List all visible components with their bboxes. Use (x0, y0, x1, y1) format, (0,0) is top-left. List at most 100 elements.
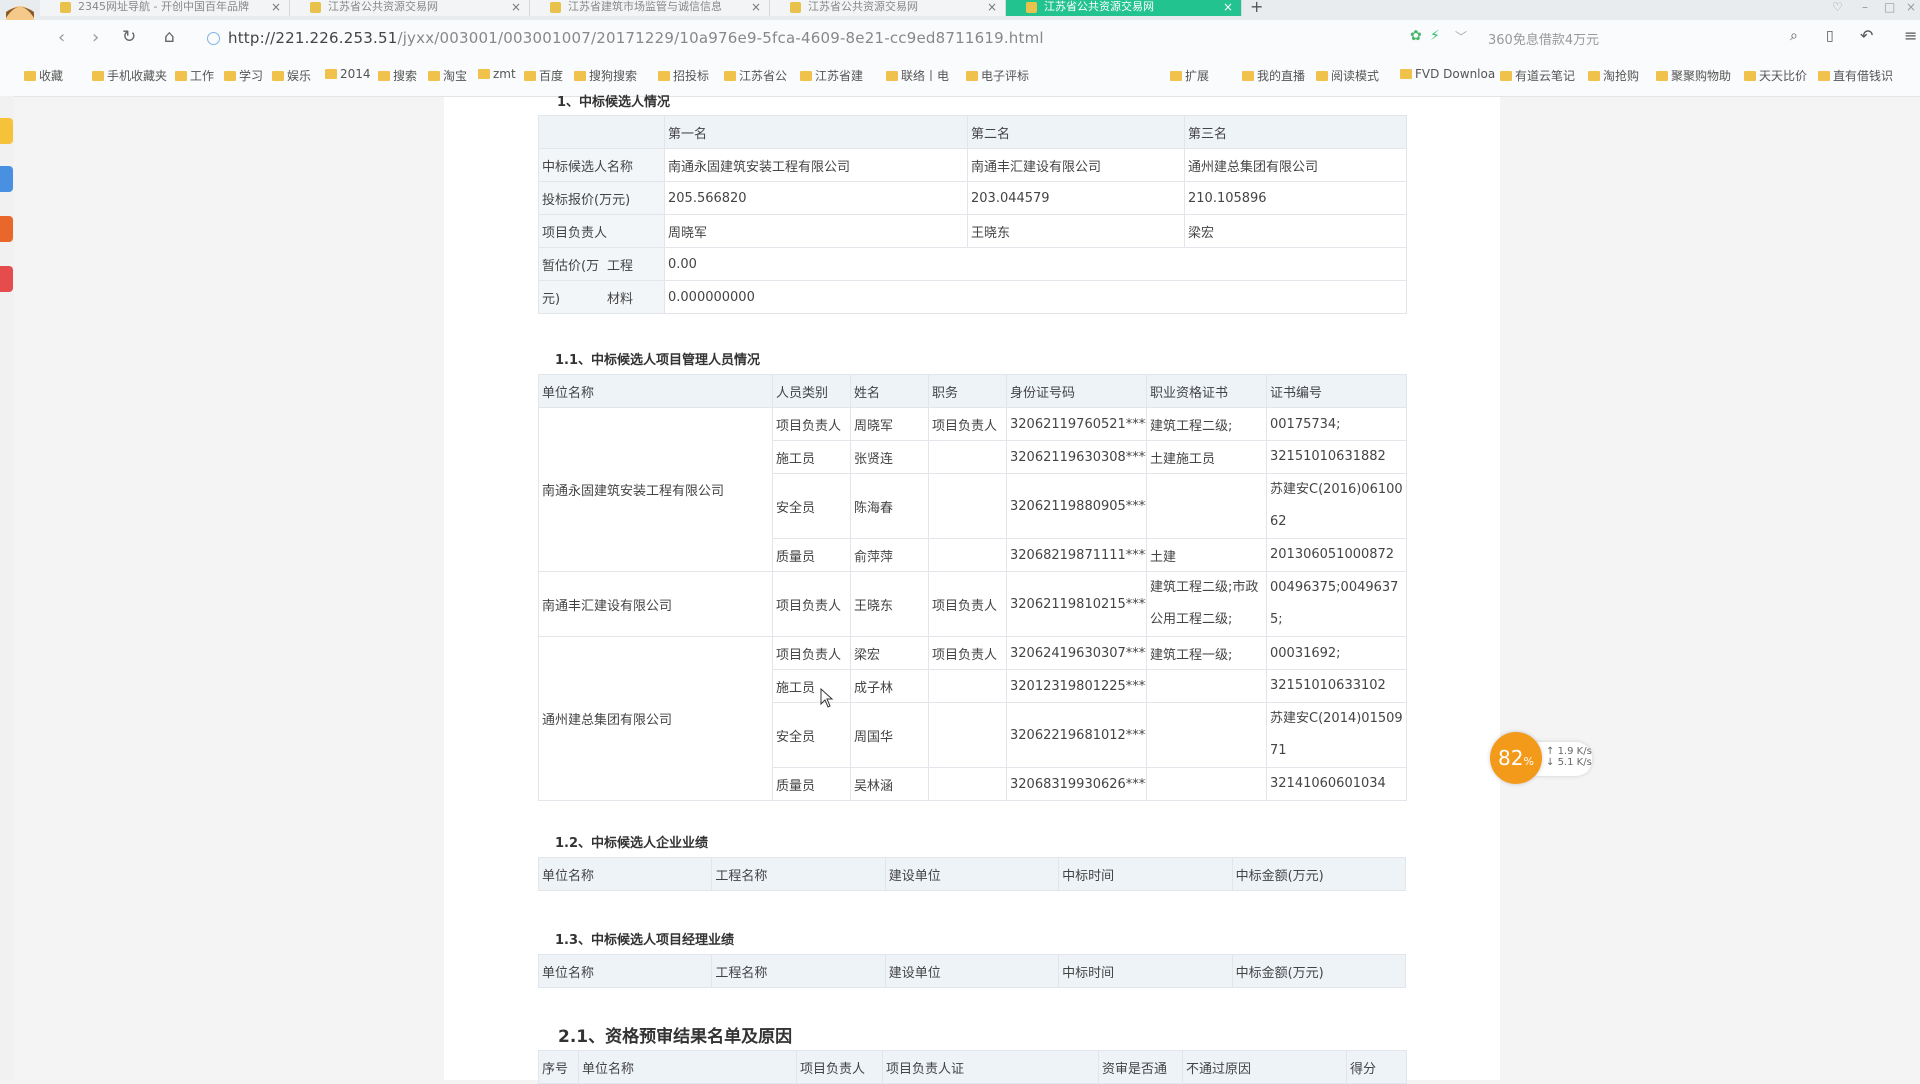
table-row: 通州建总集团有限公司 项目负责人 梁宏 项目负责人 32062419630307****… (538, 636, 1407, 801)
bookmark-item[interactable]: 天天比价 (1744, 67, 1807, 84)
bookmark-item[interactable]: 2014 (325, 67, 371, 81)
table-header-row: 单位名称 人员类别 姓名 职务 身份证号码 职业资格证书 证书编号 (538, 374, 1407, 408)
bookmark-folder-icon (886, 71, 898, 81)
bookmark-label: 工作 (190, 69, 215, 83)
home-icon[interactable]: ⌂ (164, 27, 175, 47)
favorites-star-icon[interactable] (0, 118, 13, 144)
bookmark-item[interactable]: 百度 (524, 67, 563, 84)
bookmark-item[interactable]: 我的直播 (1242, 67, 1305, 84)
table-cell: 梁宏 (850, 636, 929, 670)
news-icon[interactable] (0, 166, 13, 192)
bookmark-item[interactable]: 收藏 (24, 67, 63, 84)
table-cell: 项目负责人 (772, 636, 851, 670)
header-cell: 得分 (1346, 1050, 1407, 1084)
weibo-icon[interactable] (0, 216, 13, 242)
bookmark-item[interactable]: 江苏省建 (800, 67, 863, 84)
close-tab-icon[interactable]: × (511, 0, 521, 14)
undo-icon[interactable]: ↶ (1860, 26, 1873, 45)
close-tab-icon[interactable]: × (987, 0, 997, 14)
header-cell: 单位名称 (538, 374, 773, 408)
back-icon[interactable]: ‹ (58, 27, 65, 48)
tools-icon[interactable] (0, 266, 13, 292)
bookmark-folder-icon (1316, 71, 1328, 81)
bookmark-item[interactable]: 阅读模式 (1316, 67, 1379, 84)
table-cell: 0.000000000 (664, 280, 1407, 314)
header-cell: 资审是否通 (1098, 1050, 1183, 1084)
table-cell: 建筑工程二级; (1146, 407, 1267, 441)
bookmark-item[interactable]: 工作 (175, 67, 214, 84)
tab-label: 江苏省公共资源交易网 (1044, 0, 1154, 13)
bookmark-folder-icon (1400, 69, 1412, 79)
url-field[interactable]: http://221.226.253.51/jyxx/003001/003001… (228, 29, 1044, 47)
security-check-icon[interactable]: ✿ (1410, 28, 1422, 44)
bookmark-item[interactable]: 聚聚购物助 (1656, 67, 1731, 84)
bookmark-icon[interactable]: ▯ (1826, 28, 1834, 44)
search-placeholder: 360免息借款4万元 (1488, 33, 1600, 48)
bookmark-item[interactable]: 娱乐 (272, 67, 311, 84)
bookmark-item[interactable]: 联络丨电 (886, 67, 949, 84)
header-cell (538, 115, 665, 149)
close-tab-icon[interactable]: × (271, 0, 281, 14)
table-cell: 32012319801225**** (1006, 669, 1147, 703)
table-cell: 张贤连 (850, 440, 929, 474)
prequalification-table: 序号 单位名称 项目负责人 项目负责人证 资审是否通 不通过原因 得分 (538, 1050, 1407, 1084)
bookmark-folder-icon (574, 71, 586, 81)
bookmark-item[interactable]: 学习 (224, 67, 263, 84)
site-favicon-icon (1026, 2, 1037, 13)
skin-icon[interactable]: ♡ (1832, 0, 1843, 14)
bookmark-item[interactable]: 搜狗搜索 (574, 67, 637, 84)
table-cell (928, 473, 1007, 539)
table-cell: 32151010633102 (1266, 669, 1407, 703)
reload-icon[interactable]: ↻ (122, 27, 136, 47)
browser-tab[interactable]: 江苏省建筑市场监管与诚信信息 × (530, 0, 770, 16)
search-icon[interactable]: ⌕ (1790, 28, 1798, 44)
close-tab-icon[interactable]: × (1223, 0, 1233, 14)
bookmark-folder-icon (478, 69, 490, 79)
bookmark-item[interactable]: 招投标 (658, 67, 709, 84)
table-cell (1146, 669, 1267, 703)
bookmark-item[interactable]: 淘抢购 (1588, 67, 1639, 84)
table-cell (1146, 702, 1267, 768)
bookmark-item[interactable]: 直有借钱识 (1818, 67, 1893, 84)
browser-tab[interactable]: 江苏省公共资源交易网 × (290, 0, 530, 16)
bookmark-item[interactable]: 手机收藏夹 (92, 67, 167, 84)
bookmark-item[interactable]: 有道云笔记 (1500, 67, 1575, 84)
minimize-icon[interactable]: – (1862, 0, 1868, 14)
speed-mode-icon[interactable]: ⚡ (1430, 28, 1440, 44)
bookmark-item[interactable]: 电子评标 (966, 67, 1029, 84)
browser-tab[interactable]: 2345网址导航 - 开创中国百年品牌 × (40, 0, 290, 16)
bookmark-label: 天天比价 (1759, 69, 1808, 83)
table-header-row: 序号 单位名称 项目负责人 项目负责人证 资审是否通 不通过原因 得分 (538, 1050, 1407, 1084)
bookmark-item[interactable]: 江苏省公 (724, 67, 787, 84)
bookmark-item[interactable]: 淘宝 (428, 67, 467, 84)
menu-icon[interactable]: ≡ (1904, 26, 1917, 45)
header-cell: 序号 (538, 1050, 579, 1084)
close-window-icon[interactable]: × (1906, 0, 1916, 14)
bookmark-label: 淘宝 (443, 69, 468, 83)
section-heading: 1.3、中标候选人项目经理业绩 (555, 933, 735, 948)
forward-icon[interactable]: › (92, 27, 99, 48)
bookmark-item[interactable]: 搜索 (378, 67, 417, 84)
bookmark-item[interactable]: zmt (478, 67, 516, 81)
table-cell: 32068219871111**** (1006, 538, 1147, 572)
dropdown-chevron-icon[interactable]: ﹀ (1455, 28, 1467, 45)
bookmark-folder-icon (325, 69, 337, 79)
maximize-icon[interactable]: □ (1884, 0, 1895, 14)
search-input[interactable]: 360免息借款4万元 (1488, 29, 1788, 48)
browser-tab-active[interactable]: 江苏省公共资源交易网 × (1006, 0, 1242, 16)
new-tab-icon[interactable]: + (1250, 0, 1263, 16)
browser-tab[interactable]: 江苏省公共资源交易网 × (770, 0, 1006, 16)
close-tab-icon[interactable]: × (751, 0, 761, 14)
header-cell: 证书编号 (1266, 374, 1407, 408)
bookmark-item[interactable]: FVD Downloa (1400, 67, 1495, 81)
table-cell: 32062119760521**** (1006, 407, 1147, 441)
bookmark-folder-icon (524, 71, 536, 81)
table-header-row: 第一名 第二名 第三名 (538, 115, 1407, 149)
table-cell: 32062219681012**** (1006, 702, 1147, 768)
memory-usage-ball[interactable]: 82% (1490, 732, 1542, 784)
table-cell: 施工员 (772, 669, 851, 703)
company-name-cell: 通州建总集团有限公司 (538, 636, 773, 801)
bookmark-folder-icon (1744, 71, 1756, 81)
bookmark-item[interactable]: 扩展 (1170, 67, 1209, 84)
network-speed-widget[interactable]: ↑ 1.9 K/s ↓ 5.1 K/s 82% (1490, 732, 1602, 788)
